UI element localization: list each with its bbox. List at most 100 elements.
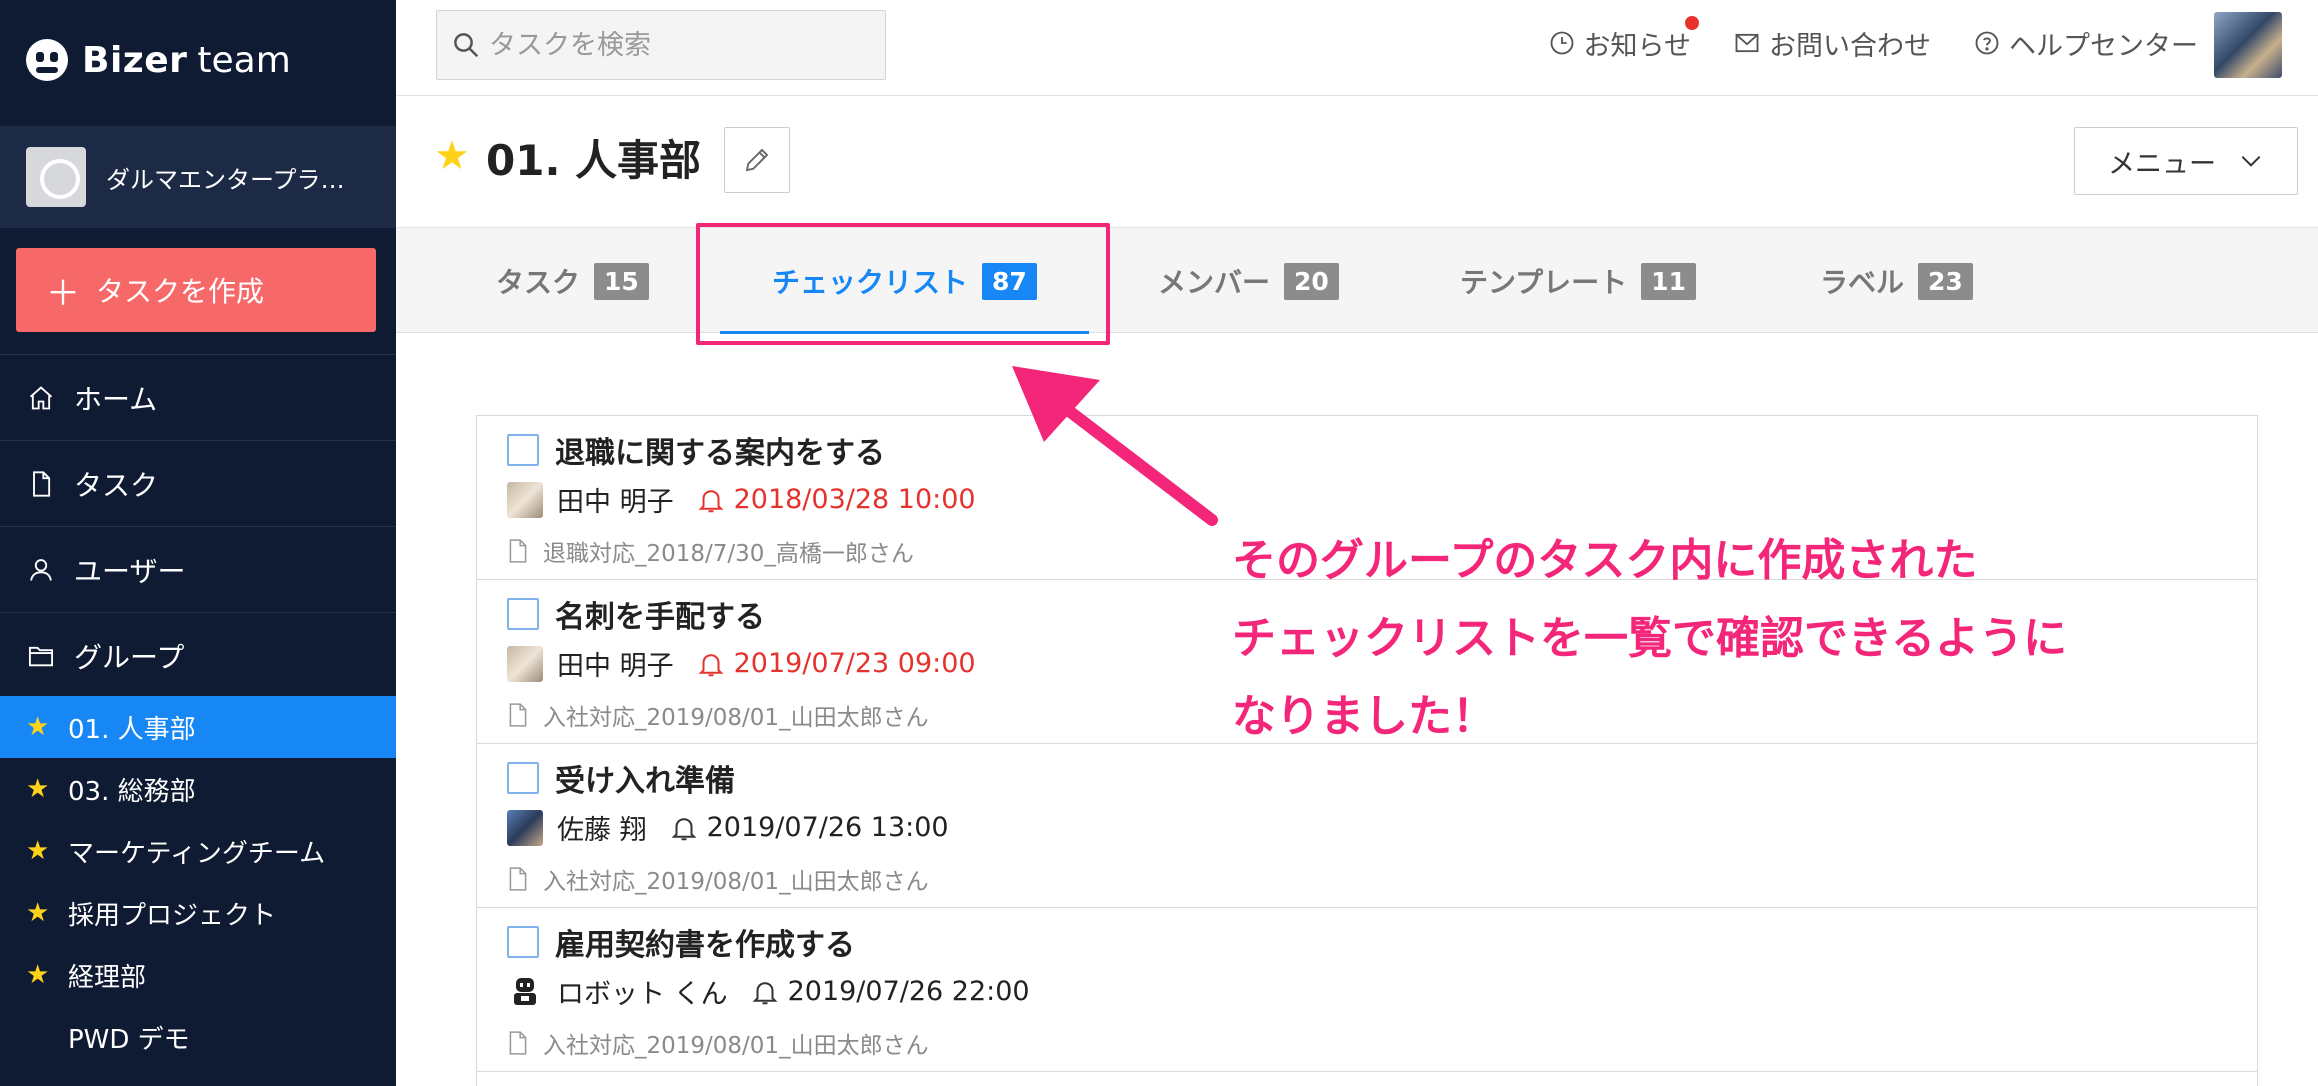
assignee-name: 田中 明子 — [557, 651, 674, 682]
parent-task-link[interactable]: 退職対応_2018/7/30_高橋一郎さん — [507, 534, 914, 568]
document-icon — [509, 1031, 527, 1055]
checklist-title: 退職に関する案内をする — [555, 436, 885, 471]
star-icon: ★ — [26, 960, 50, 990]
brand-logo[interactable]: Bizer team — [26, 32, 291, 88]
sidebar-item-users[interactable]: ユーザー — [0, 526, 396, 612]
checklist-row[interactable]: 雇用契約書を作成する ロボット くん 2019/07/26 22:00 入社対応… — [477, 908, 2257, 1072]
tab-label: ラベル — [1820, 266, 1905, 299]
checklist-meta: 田中 明子 2018/03/28 10:00 — [507, 480, 976, 519]
tab-count: 11 — [1641, 262, 1696, 300]
checklist-meta: ロボット くん 2019/07/26 22:00 — [507, 972, 1030, 1011]
group-list: ★ 01. 人事部 ★ 03. 総務部 ★ マーケティングチーム ★ 採用プロジ… — [0, 696, 396, 1068]
group-item-keiribu[interactable]: ★ 経理部 — [0, 944, 396, 1006]
tab-templates[interactable]: テンプレート 11 — [1460, 228, 1696, 334]
parent-task-name: 入社対応_2019/08/01_山田太郎さん — [543, 869, 929, 895]
tab-members[interactable]: メンバー 20 — [1158, 228, 1339, 334]
organization-switcher[interactable]: ダルマエンタープライズ株式会社 — [0, 126, 396, 228]
due-date: 2018/03/28 10:00 — [733, 484, 976, 515]
checklist-checkbox[interactable] — [507, 926, 539, 958]
contact-label: お問い合わせ — [1769, 30, 1931, 62]
group-item-marketing[interactable]: ★ マーケティングチーム — [0, 820, 396, 882]
clock-icon — [1550, 31, 1573, 55]
tab-labels[interactable]: ラベル 23 — [1820, 228, 1973, 334]
search-input[interactable] — [489, 29, 869, 61]
page-header: ★ 01. 人事部 メニュー — [396, 97, 2318, 227]
parent-task-link[interactable]: 入社対応_2019/08/01_山田太郎さん — [507, 1026, 929, 1060]
help-icon — [1975, 31, 1999, 55]
assignee-avatar — [507, 645, 543, 682]
sidebar-item-groups[interactable]: グループ — [0, 612, 396, 698]
parent-task-link[interactable]: 入社対応_2019/08/01_山田太郎さん — [507, 698, 929, 732]
edit-group-button[interactable] — [724, 127, 790, 193]
user-icon — [26, 555, 56, 585]
search-icon — [454, 33, 479, 58]
menu-button[interactable]: メニュー — [2074, 127, 2298, 195]
search-box[interactable] — [436, 10, 886, 80]
due-date: 2019/07/26 13:00 — [706, 812, 949, 843]
bell-icon — [698, 653, 724, 676]
group-item-label: 採用プロジェクト — [68, 900, 277, 931]
notifications-label: お知らせ — [1583, 30, 1691, 62]
user-avatar[interactable] — [2214, 12, 2282, 78]
sidebar-nav: ホーム タスク ユーザー グループ — [0, 354, 396, 698]
tab-tasks[interactable]: タスク 15 — [496, 228, 649, 334]
group-item-somubu[interactable]: ★ 03. 総務部 — [0, 758, 396, 820]
due-date: 2019/07/26 22:00 — [787, 976, 1030, 1007]
tab-count: 20 — [1284, 262, 1339, 300]
menu-label: メニュー — [2108, 148, 2216, 180]
brand-name: Bizer — [82, 39, 188, 81]
create-task-button[interactable]: ＋ タスクを作成 — [16, 248, 376, 332]
pencil-icon — [745, 148, 769, 172]
org-avatar — [26, 147, 86, 207]
checklist-title: 受け入れ準備 — [555, 764, 735, 799]
assignee-avatar — [507, 809, 543, 846]
robot-logo-icon — [26, 39, 68, 81]
folder-icon — [26, 641, 56, 671]
parent-task-name: 退職対応_2018/7/30_高橋一郎さん — [543, 541, 914, 567]
due-date: 2019/07/23 09:00 — [733, 648, 976, 679]
tab-checklist[interactable]: チェックリスト 87 — [720, 228, 1089, 334]
group-item-pwd-demo[interactable]: PWD デモ — [0, 1006, 396, 1068]
contact-link[interactable]: お問い合わせ — [1733, 24, 1931, 63]
assignee-avatar — [507, 481, 543, 518]
sidebar-item-label: タスク — [74, 468, 159, 502]
create-task-label: タスクを作成 — [96, 275, 265, 308]
assignee-name: ロボット くん — [557, 979, 728, 1010]
tab-count: 15 — [594, 262, 649, 300]
parent-task-name: 入社対応_2019/08/01_山田太郎さん — [543, 1033, 929, 1059]
assignee-name: 田中 明子 — [557, 487, 674, 518]
home-icon — [26, 383, 56, 413]
tab-count: 87 — [982, 262, 1037, 300]
tab-bar: タスク 15 チェックリスト 87 メンバー 20 テンプレート 11 ラベル … — [396, 227, 2318, 334]
checklist-title: 雇用契約書を作成する — [555, 928, 855, 963]
favorite-star-icon[interactable]: ★ — [434, 133, 470, 179]
star-icon: ★ — [26, 836, 50, 866]
sidebar-item-home[interactable]: ホーム — [0, 354, 396, 440]
top-links: お知らせ お問い合わせ ヘルプセンター — [1506, 0, 2198, 86]
bell-icon — [752, 981, 778, 1004]
sidebar-item-label: グループ — [74, 640, 185, 674]
tab-label: タスク — [496, 266, 581, 299]
checklist-title: 名刺を手配する — [555, 600, 765, 635]
help-center-link[interactable]: ヘルプセンター — [1973, 24, 2198, 63]
annotation-text: そのグループのタスク内に作成された チェックリストを一覧で確認できるように なり… — [1232, 522, 2232, 756]
tab-label: チェックリスト — [772, 266, 969, 299]
group-item-recruiting[interactable]: ★ 採用プロジェクト — [0, 882, 396, 944]
checklist-checkbox[interactable] — [507, 762, 539, 794]
parent-task-name: 入社対応_2019/08/01_山田太郎さん — [543, 705, 929, 731]
checklist-checkbox[interactable] — [507, 434, 539, 466]
sidebar-item-label: ホーム — [74, 382, 158, 416]
checklist-checkbox[interactable] — [507, 598, 539, 630]
document-icon — [509, 703, 527, 727]
help-center-label: ヘルプセンター — [2009, 30, 2198, 62]
parent-task-link[interactable]: 入社対応_2019/08/01_山田太郎さん — [507, 862, 929, 896]
top-bar: お知らせ お問い合わせ ヘルプセンター — [396, 0, 2318, 96]
sidebar-item-tasks[interactable]: タスク — [0, 440, 396, 526]
checklist-row[interactable]: 受け入れ準備 佐藤 翔 2019/07/26 13:00 入社対応_2019/0… — [477, 744, 2257, 908]
mail-icon — [1735, 33, 1759, 53]
group-item-label: 経理部 — [68, 962, 147, 993]
group-item-jinjibu[interactable]: ★ 01. 人事部 — [0, 696, 396, 758]
notifications-link[interactable]: お知らせ — [1548, 15, 1699, 63]
document-icon — [509, 539, 527, 563]
star-icon: ★ — [26, 712, 50, 742]
